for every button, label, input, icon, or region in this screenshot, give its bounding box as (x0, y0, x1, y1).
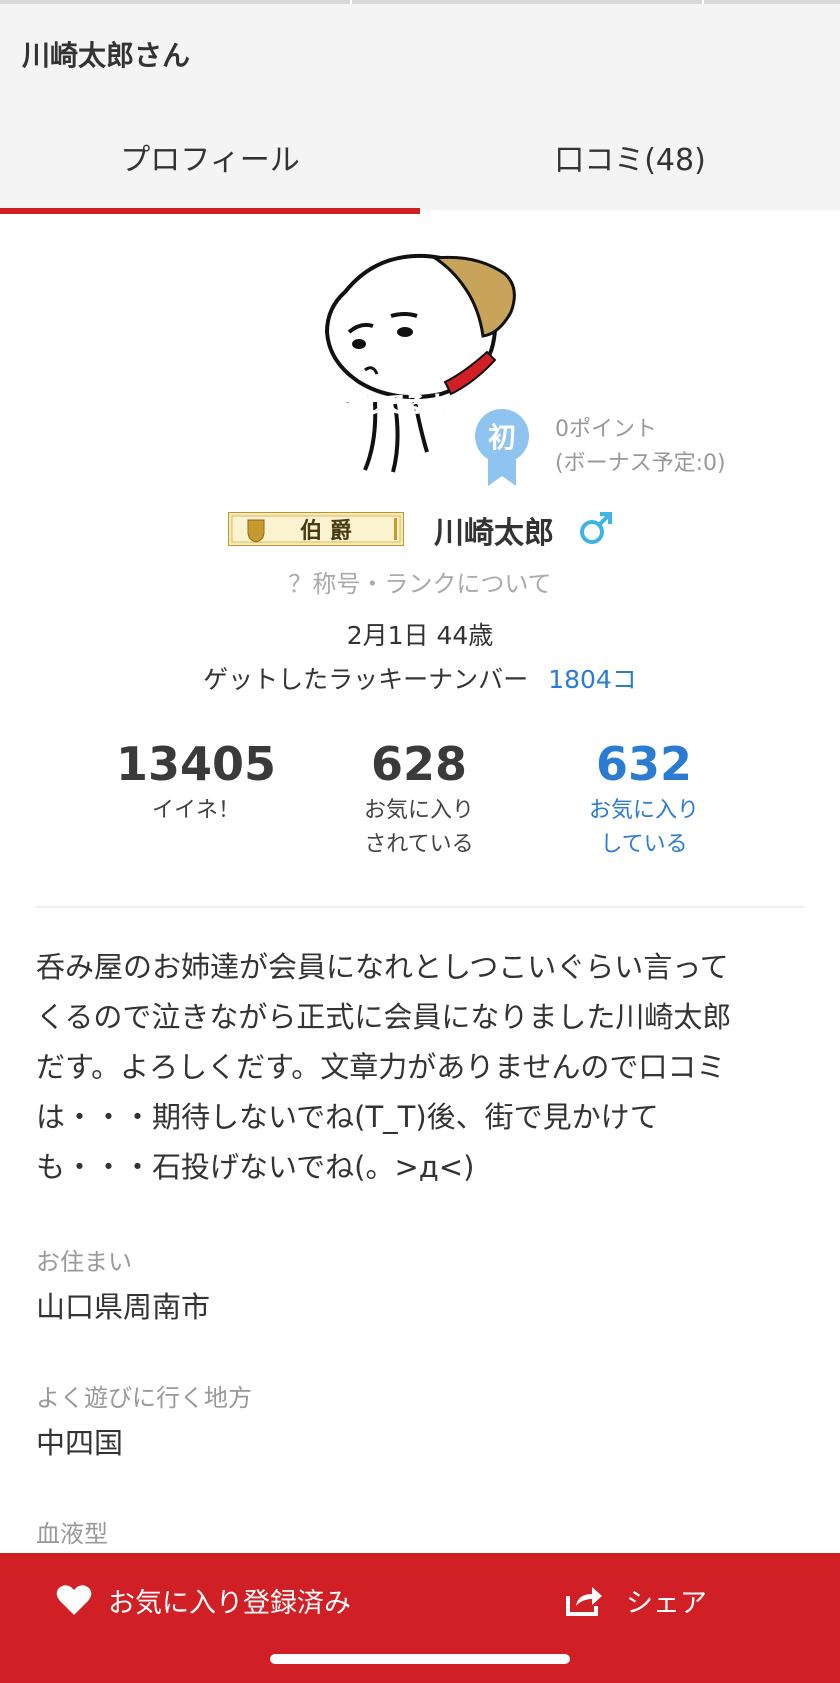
stat-label: イイネ！ (151, 798, 240, 823)
stat-likes: 13405 イイネ！ (86, 736, 306, 828)
residence-label: お住まい (36, 1248, 132, 1276)
share-button-label: シェア (626, 1587, 707, 1619)
avatar-caption: 反省してるよ (317, 393, 448, 418)
page-title: 川崎太郎さん (22, 39, 191, 72)
lucky-number-link[interactable]: 1804コ (548, 665, 637, 694)
stat-value: 628 (370, 737, 468, 791)
favorite-button-label: お気に入り登録済み (108, 1587, 351, 1619)
page-header: 川崎太郎さん プロフィール 口コミ(48) (0, 4, 840, 214)
blood-type-label: 血液型 (36, 1520, 108, 1548)
stat-label-line: お気に入り (363, 798, 474, 823)
intro-line: だす。よろしくだす。文章力がありませんので口コミ (36, 1050, 726, 1084)
stat-label[interactable]: お気に入り している (534, 794, 754, 862)
stat-label: お気に入り されている (309, 794, 529, 862)
stat-label-line[interactable]: お気に入り (534, 794, 754, 828)
self-introduction: 呑み屋のお姉達が会員になれとしつこいぐらい言って くるので泣きながら正式に会員に… (36, 942, 806, 1192)
heart-icon (56, 1585, 92, 1615)
rank-info-link[interactable]: ？称号・ランクについて (0, 564, 840, 599)
intro-line: 呑み屋のお姉達が会員になれとしつこいぐらい言って (36, 950, 729, 984)
stat-value[interactable]: 632 (534, 736, 754, 792)
intro-line: は・・・期待しないでね(T_T)後、街で見かけて (36, 1100, 659, 1134)
intro-line: も・・・石投げないでね(。>д<) (36, 1150, 475, 1184)
bonus-points: (ボーナス予定:0) (555, 451, 726, 476)
area-label: よく遊びに行く地方 (36, 1384, 252, 1412)
tab-profile[interactable]: プロフィール (0, 110, 420, 214)
rank-badge-icon: 初 (475, 409, 529, 486)
points-value: 0ポイント (555, 417, 657, 442)
share-icon (566, 1587, 602, 1616)
section-divider (36, 906, 804, 908)
area-value: 中四国 (36, 1426, 124, 1460)
lucky-number: ゲットしたラッキーナンバー 1804コ (0, 660, 840, 696)
share-button[interactable]: シェア (564, 1575, 707, 1625)
favorite-button[interactable]: お気に入り登録済み (56, 1575, 351, 1625)
male-gender-icon (580, 512, 612, 544)
stat-favorited-by: 628 お気に入り されている (309, 736, 529, 862)
points-info: 0ポイント (ボーナス予定:0) (555, 413, 726, 481)
title-badge-label: 伯 爵 (300, 518, 352, 544)
intro-line: くるので泣きながら正式に会員になりました川崎太郎 (36, 1000, 732, 1034)
tab-bar: プロフィール 口コミ(48) (0, 110, 840, 214)
birthday-age: 2月1日 44歳 (346, 621, 494, 650)
residence-value: 山口県周南市 (36, 1290, 211, 1324)
stat-favoriting[interactable]: 632 お気に入り している (534, 736, 754, 862)
tab-reviews[interactable]: 口コミ(48) (420, 110, 840, 214)
home-indicator (270, 1654, 570, 1664)
stat-label-line: されている (364, 832, 474, 857)
rank-badge-label: 初 (488, 421, 516, 454)
active-tab-indicator (0, 208, 420, 214)
lucky-number-label: ゲットしたラッキーナンバー (203, 665, 529, 694)
title-badge: 伯 爵 (228, 512, 404, 546)
username: 川崎太郎 (434, 516, 554, 551)
stat-label-line[interactable]: している (534, 828, 754, 862)
stat-value: 13405 (115, 737, 277, 791)
